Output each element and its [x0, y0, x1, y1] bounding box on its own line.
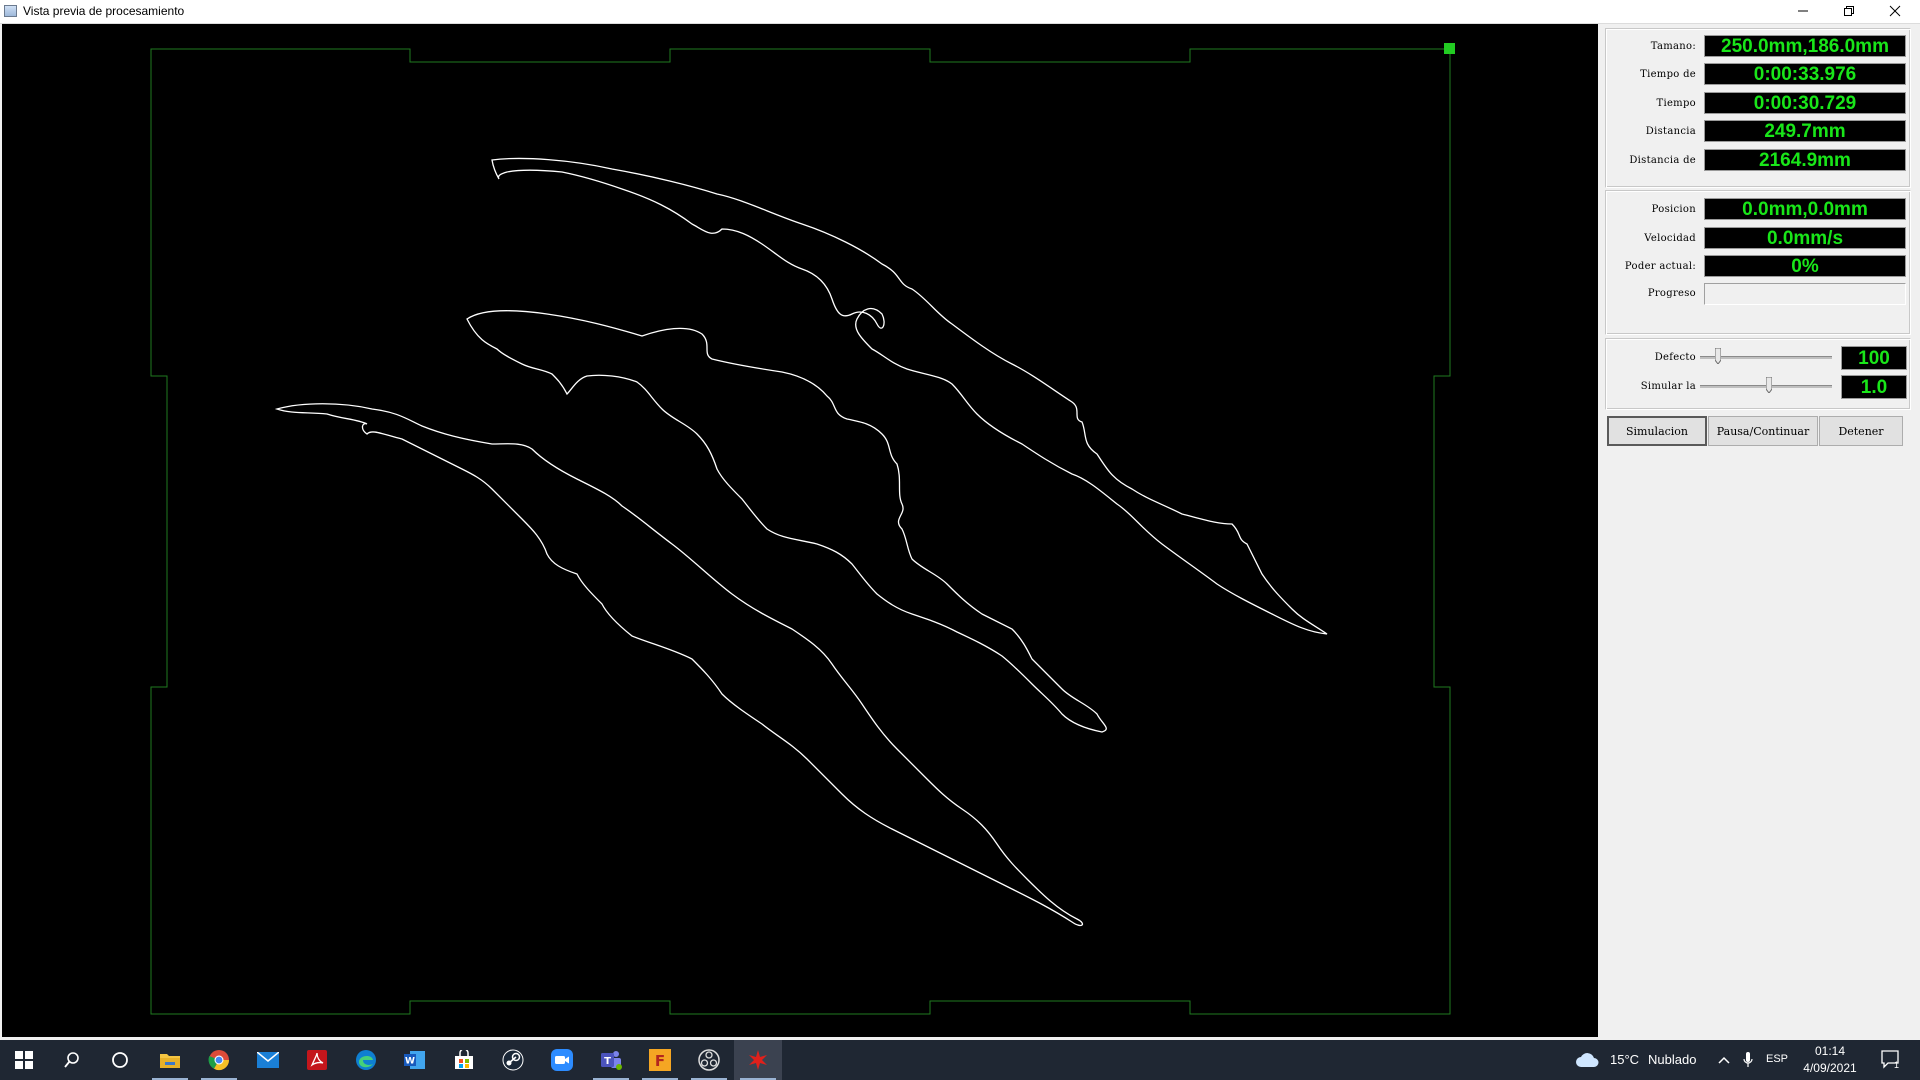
- travel-distance-value: 2164.9mm: [1704, 149, 1906, 171]
- fusion-icon[interactable]: F: [636, 1040, 684, 1080]
- job-info-group: Tamano: 250.0mm,186.0mm Tiempo de 0:00:3…: [1605, 28, 1911, 188]
- travel-distance-label: Distancia de: [1629, 155, 1696, 166]
- weather-temp[interactable]: 15°C: [1610, 1052, 1639, 1067]
- position-label: Posicion: [1651, 204, 1696, 215]
- clock[interactable]: 01:14 4/09/2021: [1790, 1043, 1870, 1077]
- svg-text:F: F: [655, 1052, 665, 1070]
- acrobat-icon[interactable]: [293, 1040, 341, 1080]
- word-icon[interactable]: W: [391, 1040, 439, 1080]
- windows-start-icon[interactable]: [0, 1040, 48, 1080]
- total-time-row: Tiempo de 0:00:33.976: [1606, 61, 1912, 87]
- cut-path-top: [491, 157, 1328, 635]
- window-title: Vista previa de procesamiento: [23, 4, 185, 18]
- progress-bar: [1704, 283, 1906, 305]
- zoom-icon[interactable]: [538, 1040, 586, 1080]
- simulate-slider-thumb[interactable]: [1765, 376, 1773, 394]
- steam-icon[interactable]: [489, 1040, 537, 1080]
- weather-desc[interactable]: Nublado: [1648, 1052, 1696, 1067]
- language-indicator[interactable]: ESP: [1766, 1053, 1788, 1065]
- file-explorer-icon[interactable]: [146, 1040, 194, 1080]
- progress-row: Progreso: [1606, 280, 1912, 306]
- preview-drawing: [150, 43, 1455, 1015]
- distance-label: Distancia: [1645, 126, 1696, 137]
- notification-icon[interactable]: 1: [1872, 1040, 1912, 1080]
- size-label: Tamano:: [1650, 41, 1696, 52]
- minimize-icon: [1798, 10, 1808, 12]
- position-row: Posicion 0.0mm,0.0mm: [1606, 196, 1912, 222]
- svg-text:W: W: [405, 1057, 415, 1067]
- distance-row: Distancia 249.7mm: [1606, 118, 1912, 144]
- cortana-icon[interactable]: [96, 1040, 144, 1080]
- clock-date: 4/09/2021: [1803, 1061, 1857, 1075]
- mail-icon[interactable]: [244, 1040, 292, 1080]
- svg-text:T: T: [604, 1056, 611, 1067]
- work-area-border: [150, 48, 1451, 1015]
- search-icon[interactable]: [48, 1040, 96, 1080]
- distance-value: 249.7mm: [1704, 120, 1906, 142]
- weather-cloud-icon[interactable]: [1570, 1040, 1604, 1080]
- default-slider-thumb[interactable]: [1714, 347, 1722, 365]
- close-button[interactable]: [1872, 0, 1918, 22]
- simulate-button[interactable]: Simulacion: [1607, 416, 1707, 446]
- origin-marker: [1444, 43, 1455, 54]
- position-value: 0.0mm,0.0mm: [1704, 198, 1906, 220]
- status-group: Posicion 0.0mm,0.0mm Velocidad 0.0mm/s P…: [1605, 190, 1911, 335]
- power-value: 0%: [1704, 255, 1906, 277]
- time-row: Tiempo 0:00:30.729: [1606, 90, 1912, 116]
- simulate-speed-slider[interactable]: [1700, 376, 1832, 396]
- power-label: Poder actual:: [1624, 261, 1696, 272]
- notification-count: 1: [1894, 1060, 1900, 1070]
- teams-icon[interactable]: T: [587, 1040, 635, 1080]
- speed-control-group: Defecto 100 Simular la 1.0: [1605, 338, 1911, 410]
- title-bar: Vista previa de procesamiento: [0, 0, 1920, 24]
- size-value: 250.0mm,186.0mm: [1704, 35, 1906, 57]
- total-time-label: Tiempo de: [1640, 69, 1696, 80]
- pause-continue-button[interactable]: Pausa/Continuar: [1708, 416, 1818, 446]
- laser-app-icon[interactable]: [734, 1040, 782, 1080]
- app-icon: [4, 5, 17, 17]
- default-row: Defecto 100: [1606, 344, 1912, 370]
- progress-label: Progreso: [1647, 288, 1696, 299]
- cut-path-middle: [466, 310, 1107, 733]
- info-panel: Tamano: 250.0mm,186.0mm Tiempo de 0:00:3…: [1600, 24, 1920, 1037]
- stop-button[interactable]: Detener: [1819, 416, 1903, 446]
- simulate-speed-label: Simular la: [1640, 381, 1696, 392]
- speed-row: Velocidad 0.0mm/s: [1606, 225, 1912, 251]
- restore-icon: [1844, 6, 1854, 16]
- preview-canvas[interactable]: [2, 24, 1598, 1037]
- size-row: Tamano: 250.0mm,186.0mm: [1606, 33, 1912, 59]
- simulate-speed-row: Simular la 1.0: [1606, 373, 1912, 399]
- total-time-value: 0:00:33.976: [1704, 63, 1906, 85]
- default-slider[interactable]: [1700, 347, 1832, 367]
- speed-label: Velocidad: [1644, 233, 1696, 244]
- speed-value: 0.0mm/s: [1704, 227, 1906, 249]
- travel-distance-row: Distancia de 2164.9mm: [1606, 147, 1912, 173]
- edge-icon[interactable]: [342, 1040, 390, 1080]
- time-label: Tiempo: [1656, 98, 1696, 109]
- obs-icon[interactable]: [685, 1040, 733, 1080]
- microphone-icon[interactable]: [1736, 1040, 1760, 1080]
- simulate-speed-value: 1.0: [1841, 375, 1907, 399]
- store-icon[interactable]: [440, 1040, 488, 1080]
- clock-time: 01:14: [1814, 1044, 1846, 1058]
- default-label: Defecto: [1654, 352, 1696, 363]
- minimize-button[interactable]: [1780, 0, 1826, 22]
- cut-path-bottom: [274, 403, 1084, 927]
- default-value: 100: [1841, 346, 1907, 370]
- close-icon: [1889, 5, 1901, 17]
- time-value: 0:00:30.729: [1704, 92, 1906, 114]
- restore-button[interactable]: [1826, 0, 1872, 22]
- chrome-icon[interactable]: [195, 1040, 243, 1080]
- chevron-up-icon[interactable]: [1712, 1040, 1736, 1080]
- taskbar: W T F 15°C Nublado ESP 01:14 4/09/2021 1: [0, 1040, 1920, 1080]
- power-row: Poder actual: 0%: [1606, 253, 1912, 279]
